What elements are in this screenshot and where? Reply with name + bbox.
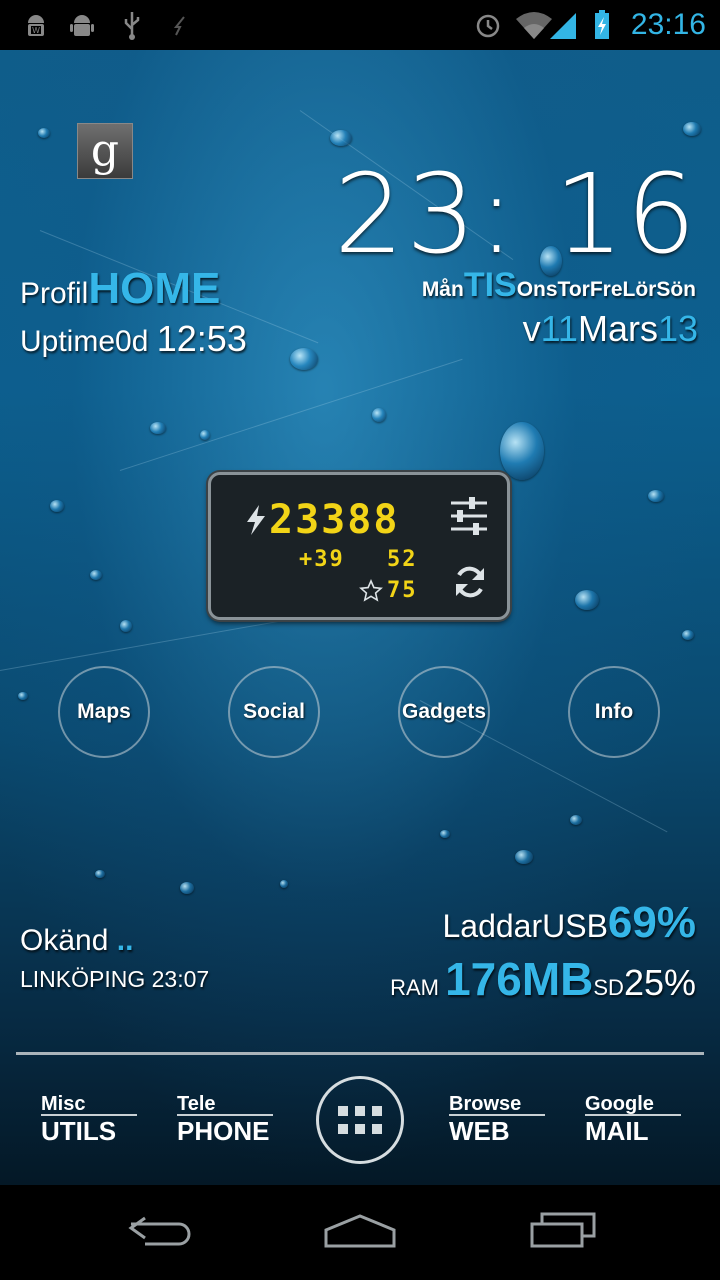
recent-apps-button[interactable] xyxy=(522,1205,602,1255)
battery-sub-value-1: +39 xyxy=(299,547,345,572)
battery-charging-icon xyxy=(586,9,618,41)
flash-icon xyxy=(164,9,196,41)
battery-status: LaddarUSB69% xyxy=(442,898,696,948)
battery-source: USB xyxy=(542,908,608,944)
android-debug-icon xyxy=(66,9,98,41)
date-week: 11 xyxy=(540,308,578,349)
back-icon xyxy=(128,1216,191,1246)
battery-rating: 75 xyxy=(387,578,418,603)
weekday-row: MånTISOnsTorFreLörSön xyxy=(422,266,696,305)
weather-condition: Okänd xyxy=(20,924,109,957)
refresh-icon[interactable] xyxy=(451,563,489,601)
gadgets-label: Gadgets xyxy=(401,700,487,723)
app-grid-icon xyxy=(338,1106,382,1134)
dock-utils-big: UTILS xyxy=(41,1116,117,1146)
weekday-after: OnsTorFreLörSön xyxy=(516,278,696,301)
alarm-icon xyxy=(472,9,504,41)
weather-location-time: LINKÖPING 23:07 xyxy=(20,966,210,992)
dock-divider xyxy=(16,1052,704,1055)
home-icon xyxy=(324,1214,396,1248)
home-button[interactable] xyxy=(320,1205,400,1255)
date-day: 13 xyxy=(657,308,698,349)
weather-widget[interactable]: Okänd .. xyxy=(20,924,133,958)
battery-widget[interactable]: 23388 +39 52 75 xyxy=(208,472,510,620)
dock-phone-small: Tele xyxy=(177,1093,216,1115)
social-label: Social xyxy=(243,700,305,723)
clock-widget[interactable]: 23: 16 xyxy=(334,150,698,278)
uptime-widget: Uptime0d 12:53 xyxy=(20,318,247,360)
lightning-icon xyxy=(247,505,265,535)
battery-label: Laddar xyxy=(442,908,543,944)
uptime-days: 0d xyxy=(115,325,149,358)
star-icon xyxy=(359,579,383,602)
weekday-current: TIS xyxy=(463,266,517,304)
settings-sliders-icon[interactable] xyxy=(447,495,491,537)
ram-value: 176MB xyxy=(445,953,594,1005)
navigation-bar xyxy=(0,1185,720,1280)
android-notification-icon: W xyxy=(20,9,52,41)
battery-main-value: 23388 xyxy=(269,497,400,543)
date-row: v11Mars13 xyxy=(523,308,698,350)
battery-percent: 69% xyxy=(607,898,696,947)
social-shortcut[interactable]: Social xyxy=(228,666,320,758)
memory-status: RAM 176MBSD25% xyxy=(390,952,696,1006)
profile-label: Profil xyxy=(20,277,89,310)
battery-sub-value-2: 52 xyxy=(387,547,418,572)
dock-mail[interactable]: Google MAIL xyxy=(585,1094,681,1144)
dock-web[interactable]: Browse WEB xyxy=(449,1094,545,1144)
signal-icon xyxy=(548,9,580,41)
sd-label: SD xyxy=(593,975,624,1000)
profile-widget[interactable]: ProfilHOME xyxy=(20,264,220,314)
status-bar: W 23:16 xyxy=(0,0,720,50)
recent-apps-icon xyxy=(530,1212,596,1248)
uptime-time: 12:53 xyxy=(156,318,247,359)
google-search-button[interactable]: g xyxy=(77,123,133,179)
app-drawer-button[interactable] xyxy=(316,1076,404,1164)
weekday-before: Mån xyxy=(421,278,464,301)
dock-web-small: Browse xyxy=(449,1093,522,1115)
gadgets-shortcut[interactable]: Gadgets xyxy=(398,666,490,758)
usb-icon xyxy=(116,9,148,41)
maps-label: Maps xyxy=(77,700,131,723)
dock-utils-small: Misc xyxy=(41,1093,86,1115)
info-shortcut[interactable]: Info xyxy=(568,666,660,758)
svg-text:W: W xyxy=(32,26,40,35)
dock-mail-big: MAIL xyxy=(585,1116,649,1146)
back-button[interactable] xyxy=(120,1205,200,1255)
dock-web-big: WEB xyxy=(449,1116,510,1146)
date-month: Mars xyxy=(577,308,658,349)
profile-value: HOME xyxy=(88,264,221,313)
dock-mail-small: Google xyxy=(585,1093,654,1115)
date-prefix: v xyxy=(522,308,541,349)
dock-phone-big: PHONE xyxy=(177,1116,270,1146)
dock-utils[interactable]: Misc UTILS xyxy=(41,1094,137,1144)
sd-value: 25% xyxy=(623,962,696,1003)
weather-dots: .. xyxy=(116,924,134,957)
google-g-icon: g xyxy=(90,125,120,176)
maps-shortcut[interactable]: Maps xyxy=(58,666,150,758)
dock-phone[interactable]: Tele PHONE xyxy=(177,1094,273,1144)
ram-label: RAM xyxy=(390,975,439,1000)
status-clock: 23:16 xyxy=(630,8,706,41)
info-label: Info xyxy=(594,700,634,723)
uptime-label: Uptime xyxy=(20,325,116,358)
